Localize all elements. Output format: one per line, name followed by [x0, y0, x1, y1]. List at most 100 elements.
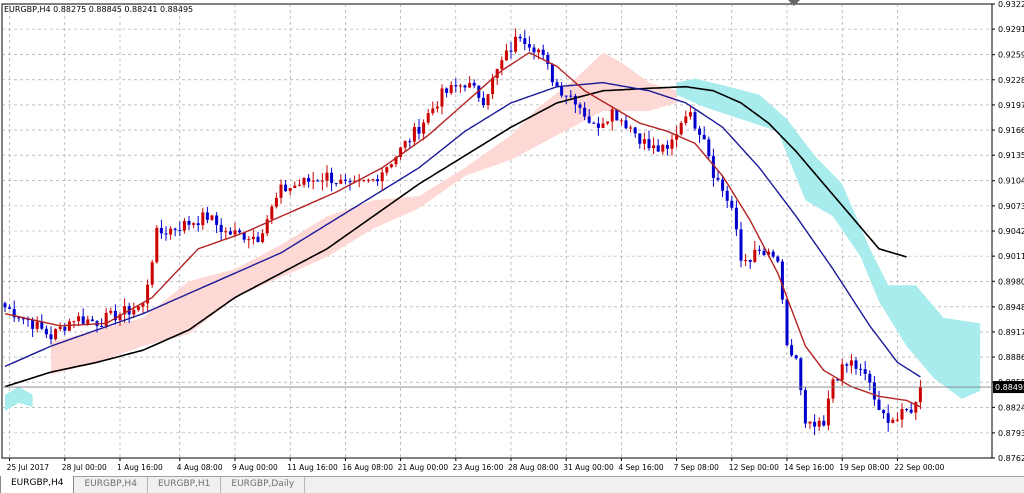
candle-body	[8, 307, 12, 310]
candle-body	[849, 360, 853, 366]
y-tick-label: 0.92910	[998, 25, 1024, 34]
candle-body	[532, 47, 536, 53]
candle-body	[274, 197, 278, 207]
candle-body	[891, 419, 895, 423]
tab-eurgbp-h4-active[interactable]: EURGBP,H4	[0, 476, 75, 493]
candle-body	[297, 184, 301, 186]
candle-body	[757, 249, 761, 251]
candle-body	[596, 123, 600, 128]
candle-body	[35, 321, 39, 329]
candle-body	[739, 229, 743, 261]
candle-body	[417, 126, 421, 134]
candle-body	[481, 97, 485, 106]
candle-body	[380, 172, 384, 182]
candle-body	[132, 309, 136, 315]
y-tick-label: 0.87620	[998, 454, 1024, 463]
candle-body	[693, 112, 697, 129]
candle-body	[564, 95, 568, 97]
candle-body	[638, 133, 642, 144]
candle-body	[877, 399, 881, 411]
candle-body	[753, 249, 757, 262]
candle-body	[716, 177, 720, 180]
candle-body	[293, 185, 297, 189]
price-chart[interactable]: 0.93220 0.92910 0.92595 0.92285 0.91975 0.916…	[0, 0, 1024, 476]
candle-body	[629, 127, 633, 129]
y-tick-label: 0.92285	[998, 76, 1024, 85]
candle-body	[422, 122, 426, 134]
candle-body	[256, 236, 260, 242]
x-tick-label: 31 Aug 00:00	[563, 463, 614, 472]
candle-body	[40, 321, 44, 329]
candle-body	[408, 141, 412, 143]
candle-body	[803, 390, 807, 424]
candle-body	[449, 85, 453, 93]
candle-body	[366, 179, 370, 181]
candle-body	[500, 60, 504, 69]
tab-eurgbp-h4[interactable]: EURGBP,H4	[74, 477, 148, 493]
candle-body	[219, 224, 223, 232]
candle-body	[316, 180, 320, 182]
candle-body	[54, 329, 58, 340]
y-tick-label: 0.92595	[998, 51, 1024, 60]
candle-body	[311, 180, 315, 182]
candle-body	[376, 179, 380, 182]
candle-body	[86, 319, 90, 324]
candle-body	[905, 409, 909, 411]
y-tick-label: 0.90420	[998, 227, 1024, 236]
candle-body	[748, 259, 752, 262]
candle-body	[578, 104, 582, 108]
tab-eurgbp-h1[interactable]: EURGBP,H1	[148, 477, 222, 493]
candle-body	[790, 345, 794, 356]
candle-body	[44, 328, 48, 335]
x-tick-label: 4 Sep 16:00	[618, 463, 664, 472]
candle-body	[670, 139, 674, 149]
candle-body	[509, 50, 513, 52]
candle-body	[109, 310, 113, 313]
candle-body	[233, 230, 237, 235]
x-tick-label: 22 Sep 00:00	[894, 463, 944, 472]
candle-body	[514, 36, 518, 52]
y-tick-label: 0.91975	[998, 101, 1024, 110]
candle-body	[247, 239, 251, 241]
y-tick-label: 0.91355	[998, 151, 1024, 160]
candle-body	[100, 326, 104, 328]
candle-body	[463, 85, 467, 88]
candle-body	[799, 358, 803, 391]
candle-body	[486, 94, 490, 106]
candle-body	[339, 179, 343, 184]
candle-body	[785, 299, 789, 346]
candle-body	[868, 373, 872, 383]
candle-body	[201, 212, 205, 226]
y-tick-label: 0.87930	[998, 429, 1024, 438]
candle-body	[813, 421, 817, 427]
chart-shift-marker-icon[interactable]	[788, 0, 800, 6]
x-tick-label: 16 Aug 08:00	[342, 463, 393, 472]
chart-canvas[interactable]: 0.93220 0.92910 0.92595 0.92285 0.91975 0.916…	[0, 0, 1024, 476]
candle-body	[468, 82, 472, 88]
chart-tabs: EURGBP,H4 EURGBP,H4 EURGBP,H1 EURGBP,Dai…	[0, 476, 1024, 493]
candle-body	[348, 180, 352, 182]
candle-body	[569, 95, 573, 97]
candle-body	[560, 86, 564, 96]
x-tick-label: 23 Aug 16:00	[453, 463, 504, 472]
candle-body	[808, 421, 812, 424]
candle-body	[652, 145, 656, 149]
candle-body	[3, 303, 7, 308]
ma-fast-line	[4, 51, 921, 408]
candle-body	[863, 369, 867, 374]
tab-eurgbp-daily[interactable]: EURGBP,Daily	[221, 477, 306, 493]
candle-body	[619, 120, 623, 122]
candle-body	[270, 206, 274, 220]
candle-body	[77, 316, 81, 322]
candle-body	[665, 144, 669, 149]
x-tick-label: 11 Aug 16:00	[287, 463, 338, 472]
candle-body	[445, 88, 449, 93]
candle-body	[238, 230, 242, 233]
candle-body	[725, 190, 729, 201]
candle-body	[458, 85, 462, 87]
candle-body	[412, 126, 416, 142]
time-axis: 25 Jul 2017 28 Jul 00:00 1 Aug 16:00 4 Aug …	[7, 458, 945, 472]
candle-body	[173, 228, 177, 230]
candle-body	[734, 207, 738, 230]
candle-body	[826, 398, 830, 426]
